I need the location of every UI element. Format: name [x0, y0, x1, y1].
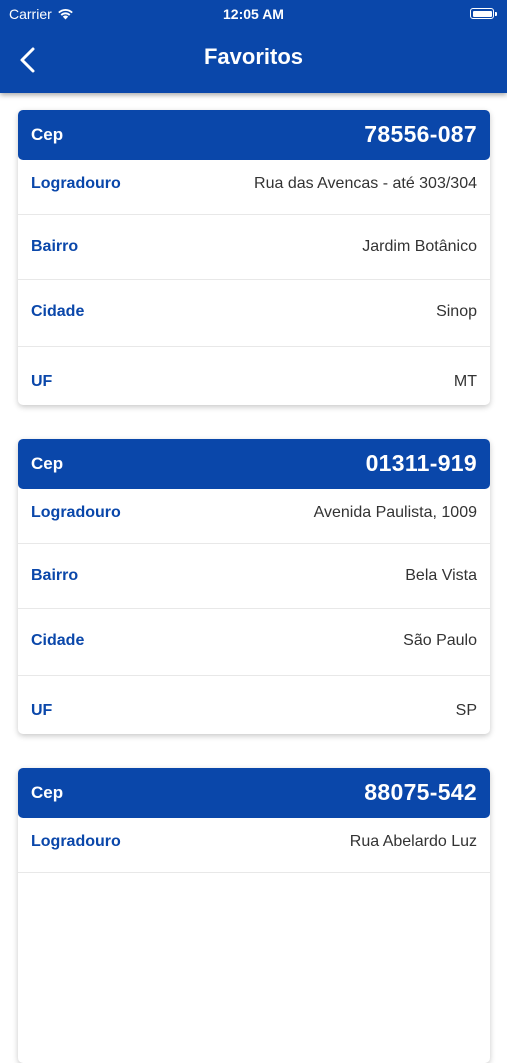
card-header[interactable]: Cep 78556-087	[18, 110, 490, 160]
status-time: 12:05 AM	[223, 6, 284, 22]
cep-value: 78556-087	[364, 121, 477, 147]
row-cidade: Cidade Sinop	[18, 280, 490, 347]
row-value: São Paulo	[403, 632, 477, 649]
cep-label: Cep	[31, 454, 64, 473]
row-label: Logradouro	[31, 833, 121, 850]
row-value: SP	[455, 702, 477, 719]
cep-label: Cep	[31, 783, 64, 802]
row-value: MT	[453, 373, 477, 390]
card-header[interactable]: Cep 01311-919	[18, 439, 490, 489]
row-label: UF	[31, 702, 53, 719]
favorite-card: Cep 88075-542 Logradouro Rua Abelardo Lu…	[18, 768, 490, 1063]
row-value: Sinop	[436, 303, 477, 320]
favorite-card: Cep 01311-919 Logradouro Avenida Paulist…	[18, 439, 490, 734]
row-value: Bela Vista	[405, 567, 477, 584]
row-cidade: Cidade São Paulo	[18, 609, 490, 676]
row-uf: UF MT	[18, 347, 490, 405]
row-label: Cidade	[31, 632, 85, 649]
row-label: UF	[31, 373, 53, 390]
cep-value: 88075-542	[364, 779, 477, 805]
row-label: Bairro	[31, 567, 79, 584]
row-value: Rua das Avencas - até 303/304	[254, 175, 477, 192]
row-label: Bairro	[31, 238, 79, 255]
app-header: Carrier 12:05 AM Favoritos	[0, 0, 507, 93]
row-logradouro: Logradouro Rua das Avencas - até 303/304	[18, 160, 490, 215]
cep-value: 01311-919	[365, 450, 477, 476]
row-label: Cidade	[31, 303, 85, 320]
row-value: Rua Abelardo Luz	[349, 833, 477, 850]
row-uf: UF SP	[18, 676, 490, 734]
row-value: Avenida Paulista, 1009	[313, 504, 477, 521]
favorite-card: Cep 78556-087 Logradouro Rua das Avencas…	[18, 110, 490, 405]
row-bairro: Bairro Jardim Botânico	[18, 215, 490, 280]
row-label: Logradouro	[31, 504, 121, 521]
status-bar: Carrier 12:05 AM	[0, 0, 507, 28]
row-label: Logradouro	[31, 175, 121, 192]
row-value: Jardim Botânico	[362, 238, 477, 255]
row-logradouro: Logradouro Avenida Paulista, 1009	[18, 489, 490, 544]
page-title: Favoritos	[203, 44, 304, 69]
card-header[interactable]: Cep 88075-542	[18, 768, 490, 818]
battery-icon	[470, 8, 497, 19]
row-bairro: Bairro Bela Vista	[18, 544, 490, 609]
row-logradouro: Logradouro Rua Abelardo Luz	[18, 818, 490, 873]
cep-label: Cep	[31, 125, 64, 144]
